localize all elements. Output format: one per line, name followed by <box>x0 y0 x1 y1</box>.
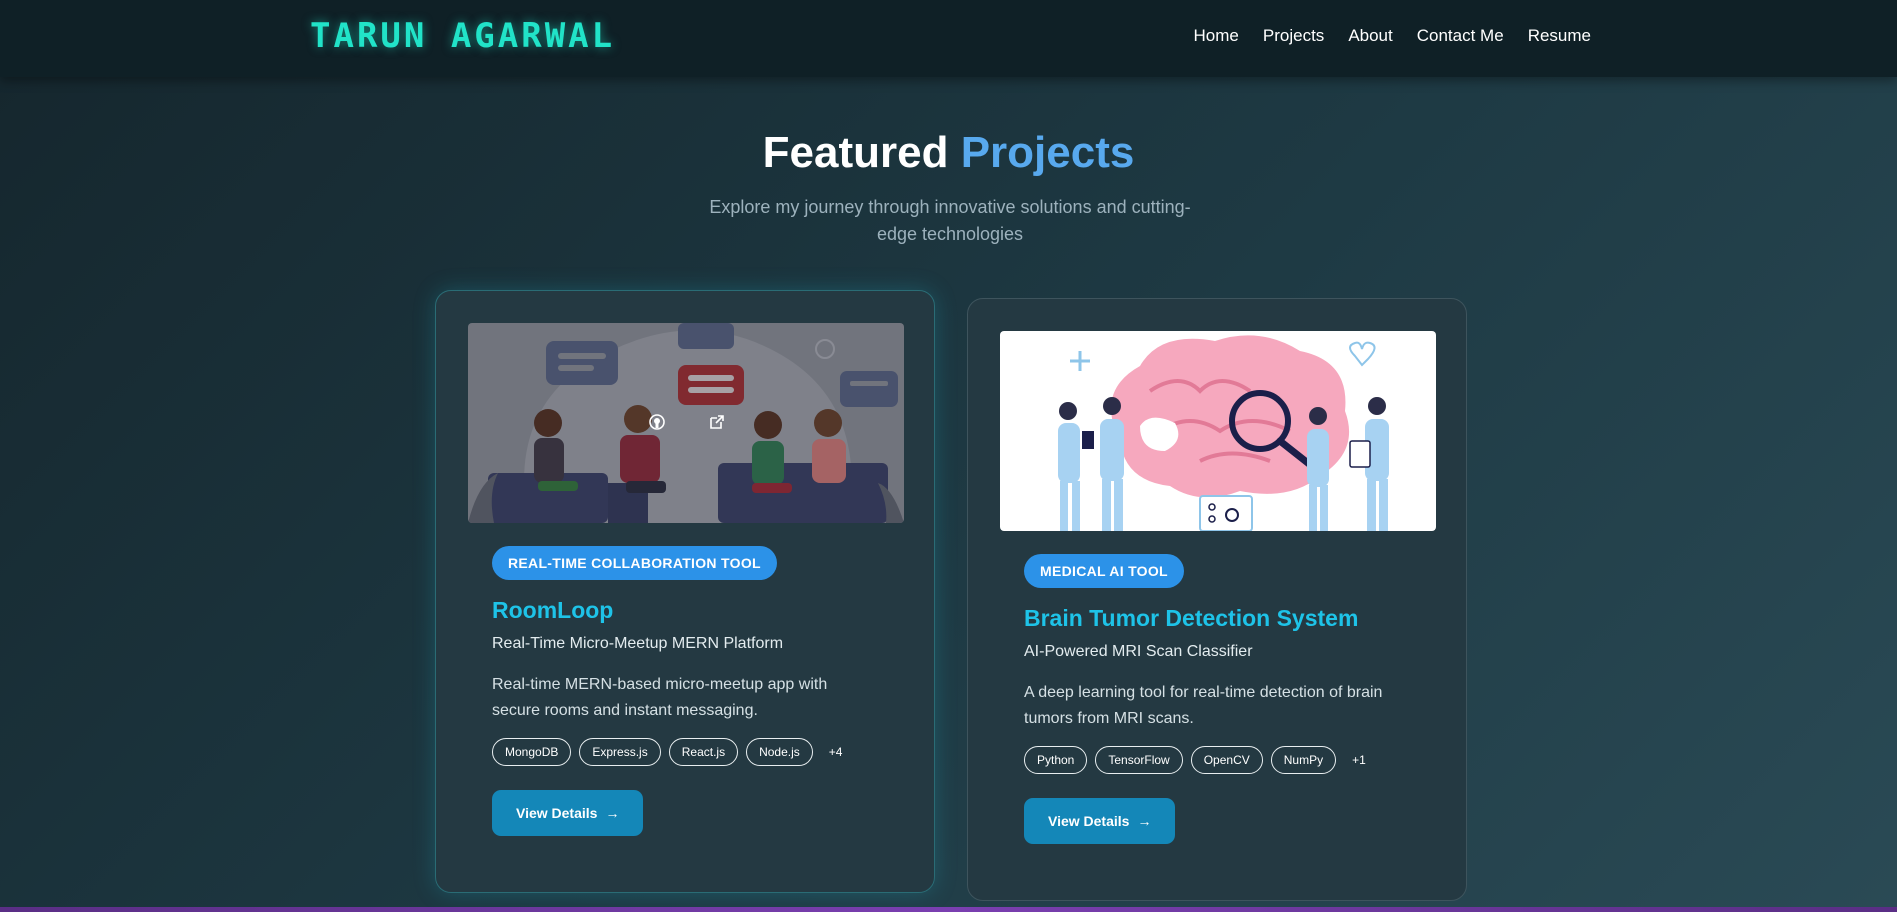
view-details-button[interactable]: View Details → <box>492 790 644 836</box>
nav-links: Home Projects About Contact Me Resume <box>1194 26 1591 46</box>
nav-projects[interactable]: Projects <box>1263 26 1324 46</box>
github-icon[interactable] <box>648 413 666 431</box>
project-description: Real-time MERN-based micro-meetup app wi… <box>492 676 828 719</box>
arrow-right-icon: → <box>1137 813 1152 829</box>
project-image-roomloop <box>468 323 904 523</box>
view-details-label: View Details <box>1048 813 1130 829</box>
project-title[interactable]: Brain Tumor Detection System <box>1024 605 1358 632</box>
tech-more-count[interactable]: +4 <box>829 745 843 759</box>
tech-chip: Python <box>1024 746 1088 774</box>
tech-chip: OpenCV <box>1190 746 1263 774</box>
tech-chip: MongoDB <box>492 738 572 766</box>
project-subtitle: Real-Time Micro-Meetup MERN Platform <box>492 635 784 652</box>
tech-more-count[interactable]: +1 <box>1352 753 1366 767</box>
external-link-icon[interactable] <box>708 413 726 431</box>
navbar: TARUN AGARWAL Home Projects About Contac… <box>0 0 1897 77</box>
project-tag: REAL-TIME COLLABORATION TOOL <box>492 546 777 580</box>
tech-chip: Express.js <box>579 738 661 766</box>
nav-home[interactable]: Home <box>1194 26 1239 46</box>
section-subtitle: Explore my journey through innovative so… <box>709 197 1191 244</box>
project-card-brain-tumor: MEDICAL AI TOOL Brain Tumor Detection Sy… <box>967 298 1467 901</box>
brain-doctors-illustration <box>1000 331 1436 531</box>
section-title-accent: Projects <box>960 128 1135 177</box>
nav-contact[interactable]: Contact Me <box>1417 26 1504 46</box>
view-details-label: View Details <box>516 805 598 821</box>
view-details-button[interactable]: View Details → <box>1024 798 1176 844</box>
project-description: A deep learning tool for real-time detec… <box>1024 684 1383 727</box>
project-title[interactable]: RoomLoop <box>492 597 613 624</box>
project-card-roomloop: REAL-TIME COLLABORATION TOOL RoomLoop Re… <box>435 290 935 893</box>
arrow-right-icon: → <box>605 805 620 821</box>
tech-chip: NumPy <box>1270 746 1337 774</box>
nav-about[interactable]: About <box>1348 26 1392 46</box>
tech-chip: TensorFlow <box>1095 746 1183 774</box>
tech-chip: Node.js <box>746 738 813 766</box>
section-title-main: Featured <box>762 128 949 177</box>
project-image-brain-tumor <box>1000 331 1436 531</box>
image-overlay <box>468 323 904 523</box>
tech-chip: React.js <box>668 738 739 766</box>
site-logo[interactable]: TARUN AGARWAL <box>310 16 615 56</box>
project-tag: MEDICAL AI TOOL <box>1024 554 1184 588</box>
section-title: Featured Projects <box>0 128 1897 178</box>
tech-chips: Python TensorFlow OpenCV NumPy +1 <box>1024 746 1366 774</box>
bottom-accent-line <box>0 907 1897 912</box>
nav-resume[interactable]: Resume <box>1528 26 1591 46</box>
project-subtitle: AI-Powered MRI Scan Classifier <box>1024 643 1253 660</box>
tech-chips: MongoDB Express.js React.js Node.js +4 <box>492 738 842 766</box>
